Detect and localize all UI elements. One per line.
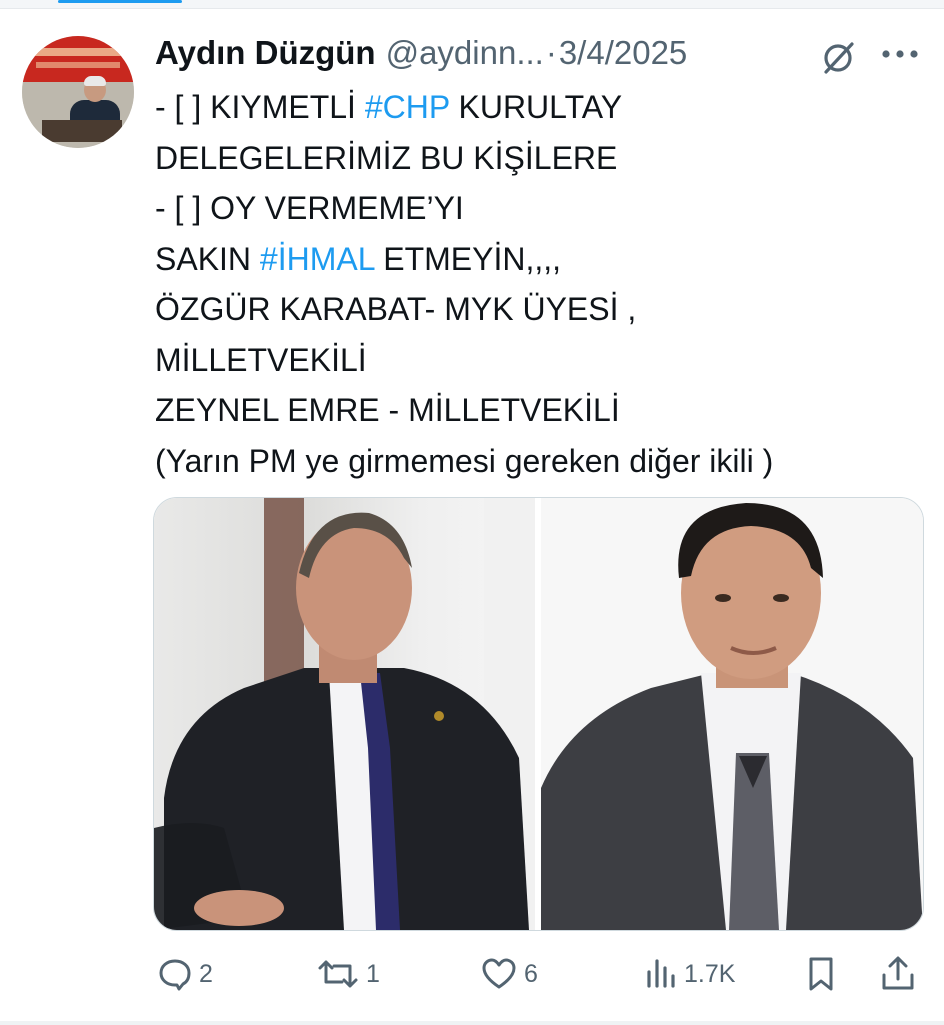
tweet-text: - [ ] KIYMETLİ #CHP KURULTAY DELEGELERİMİ… bbox=[155, 82, 925, 486]
tweet-line: ZEYNEL EMRE - MİLLETVEKİLİ bbox=[155, 385, 925, 436]
tweet-text-segment: ZEYNEL EMRE - MİLLETVEKİLİ bbox=[155, 392, 620, 428]
action-bar: 2 1 6 1.7K bbox=[0, 944, 944, 1004]
tweet-line: SAKIN #İHMAL ETMEYİN,,,, bbox=[155, 234, 925, 285]
grok-icon[interactable] bbox=[818, 38, 858, 78]
tweet-header: Aydın Düzgün @aydinn... · 3/4/2025 bbox=[155, 30, 687, 76]
like-button[interactable]: 6 bbox=[480, 944, 538, 1004]
tweet-line: (Yarın PM ye girmemesi gereken diğer iki… bbox=[155, 436, 925, 487]
tweet-text-segment: (Yarın PM ye girmemesi gereken diğer iki… bbox=[155, 442, 774, 479]
tweet-text-segment: - [ ] OY VERMEME’YI bbox=[155, 190, 464, 226]
active-tab-indicator bbox=[58, 0, 182, 3]
tweet-text-segment: - [ ] KIYMETLİ bbox=[155, 89, 365, 125]
tweet-line: MİLLETVEKİLİ bbox=[155, 335, 925, 386]
views-button[interactable]: 1.7K bbox=[644, 944, 735, 1004]
divider bbox=[0, 1021, 944, 1025]
top-tab-strip bbox=[0, 0, 944, 9]
tweet-line: - [ ] KIYMETLİ #CHP KURULTAY bbox=[155, 82, 925, 133]
author-handle[interactable]: @aydinn... bbox=[386, 34, 544, 72]
repost-icon bbox=[318, 960, 358, 988]
tweet-line: ÖZGÜR KARABAT- MYK ÜYESİ , bbox=[155, 284, 925, 335]
repost-button[interactable]: 1 bbox=[316, 944, 380, 1004]
views-icon bbox=[647, 959, 675, 988]
tweet-date[interactable]: 3/4/2025 bbox=[559, 34, 687, 72]
bookmark-icon bbox=[809, 957, 833, 991]
author-name[interactable]: Aydın Düzgün bbox=[155, 34, 376, 72]
repost-count: 1 bbox=[366, 959, 380, 988]
tweet-text-segment: SAKIN bbox=[155, 240, 260, 277]
tweet-line: - [ ] OY VERMEME’YI bbox=[155, 183, 925, 234]
tweet-text-segment: DELEGELERİMİZ BU KİŞİLERE bbox=[155, 139, 618, 176]
media-grid[interactable] bbox=[153, 497, 924, 931]
photo-ozgur-karabat[interactable] bbox=[154, 498, 535, 930]
views-count: 1.7K bbox=[684, 959, 736, 988]
tweet-text-segment: ETMEYİN,,,, bbox=[374, 240, 562, 277]
avatar[interactable] bbox=[22, 36, 134, 148]
separator-dot: · bbox=[545, 34, 557, 71]
hashtag-link[interactable]: #İHMAL bbox=[260, 241, 374, 277]
more-icon[interactable] bbox=[878, 38, 922, 70]
bookmark-button[interactable] bbox=[804, 944, 838, 1004]
share-icon bbox=[882, 956, 914, 990]
reply-icon bbox=[159, 959, 191, 991]
reply-button[interactable]: 2 bbox=[157, 944, 213, 1004]
share-button[interactable] bbox=[878, 944, 918, 1004]
heart-icon bbox=[482, 958, 516, 989]
hashtag-link[interactable]: #CHP bbox=[365, 89, 450, 125]
reply-count: 2 bbox=[199, 959, 213, 988]
photo-zeynel-emre[interactable] bbox=[541, 498, 923, 930]
tweet-text-segment: KURULTAY bbox=[449, 89, 623, 125]
tweet-text-segment: ÖZGÜR KARABAT- MYK ÜYESİ , bbox=[155, 291, 637, 327]
tweet-line: DELEGELERİMİZ BU KİŞİLERE bbox=[155, 133, 925, 184]
like-count: 6 bbox=[524, 959, 538, 988]
tweet-text-segment: MİLLETVEKİLİ bbox=[155, 341, 367, 378]
